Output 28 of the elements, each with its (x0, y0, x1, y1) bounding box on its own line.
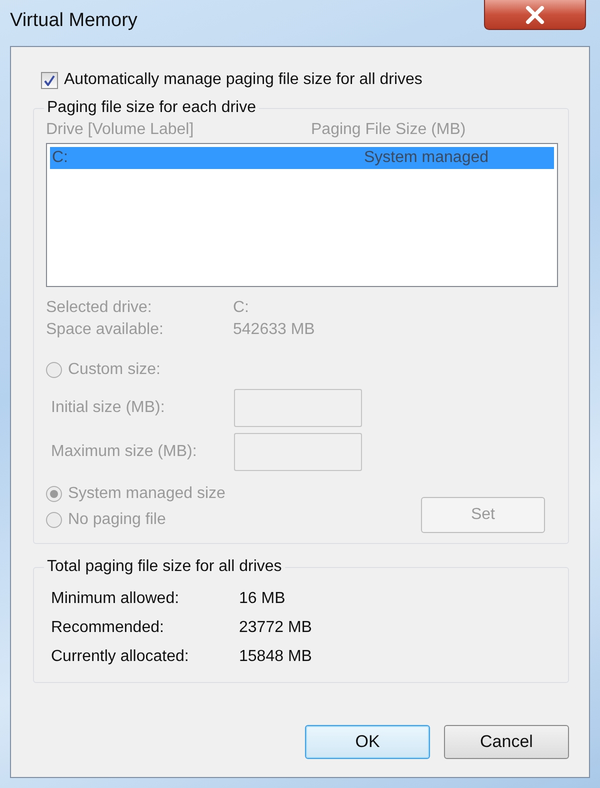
detail-value: C: (233, 299, 250, 317)
detail-label: Selected drive: (46, 299, 153, 317)
checkbox-label: Automatically manage paging file size for all drives (64, 71, 422, 89)
group-title: Paging file size for each drive (46, 99, 257, 117)
checkbox[interactable] (41, 72, 58, 88)
field-label: Initial size (MB): (51, 399, 166, 417)
total-label: Currently allocated: (51, 648, 190, 666)
detail-value: 542633 MB (233, 321, 316, 339)
dialog-button[interactable]: Cancel (444, 725, 569, 759)
drive-cell-text: C: (52, 149, 69, 167)
total-value: 16 MB (239, 590, 286, 608)
column-header: Drive [Volume Label] (46, 121, 195, 139)
radio-label: No paging file (68, 511, 166, 529)
total-label: Minimum allowed: (51, 590, 180, 608)
size-cell-text: System managed (364, 149, 490, 167)
radio-label: System managed size (68, 485, 226, 503)
detail-label: Space available: (46, 321, 164, 339)
total-value: 15848 MB (239, 648, 313, 666)
close-icon (525, 6, 545, 24)
group-title: Total paging file size for all drives (46, 558, 283, 576)
field-label: Maximum size (MB): (51, 443, 198, 461)
total-label: Recommended: (51, 619, 165, 637)
radio-label: Custom size: (68, 361, 160, 379)
dialog-button[interactable]: OK (305, 725, 430, 759)
column-header: Paging File Size (MB) (311, 121, 467, 139)
total-value: 23772 MB (239, 619, 313, 637)
window-title: Virtual Memory (10, 10, 138, 32)
close-button[interactable] (484, 0, 586, 30)
